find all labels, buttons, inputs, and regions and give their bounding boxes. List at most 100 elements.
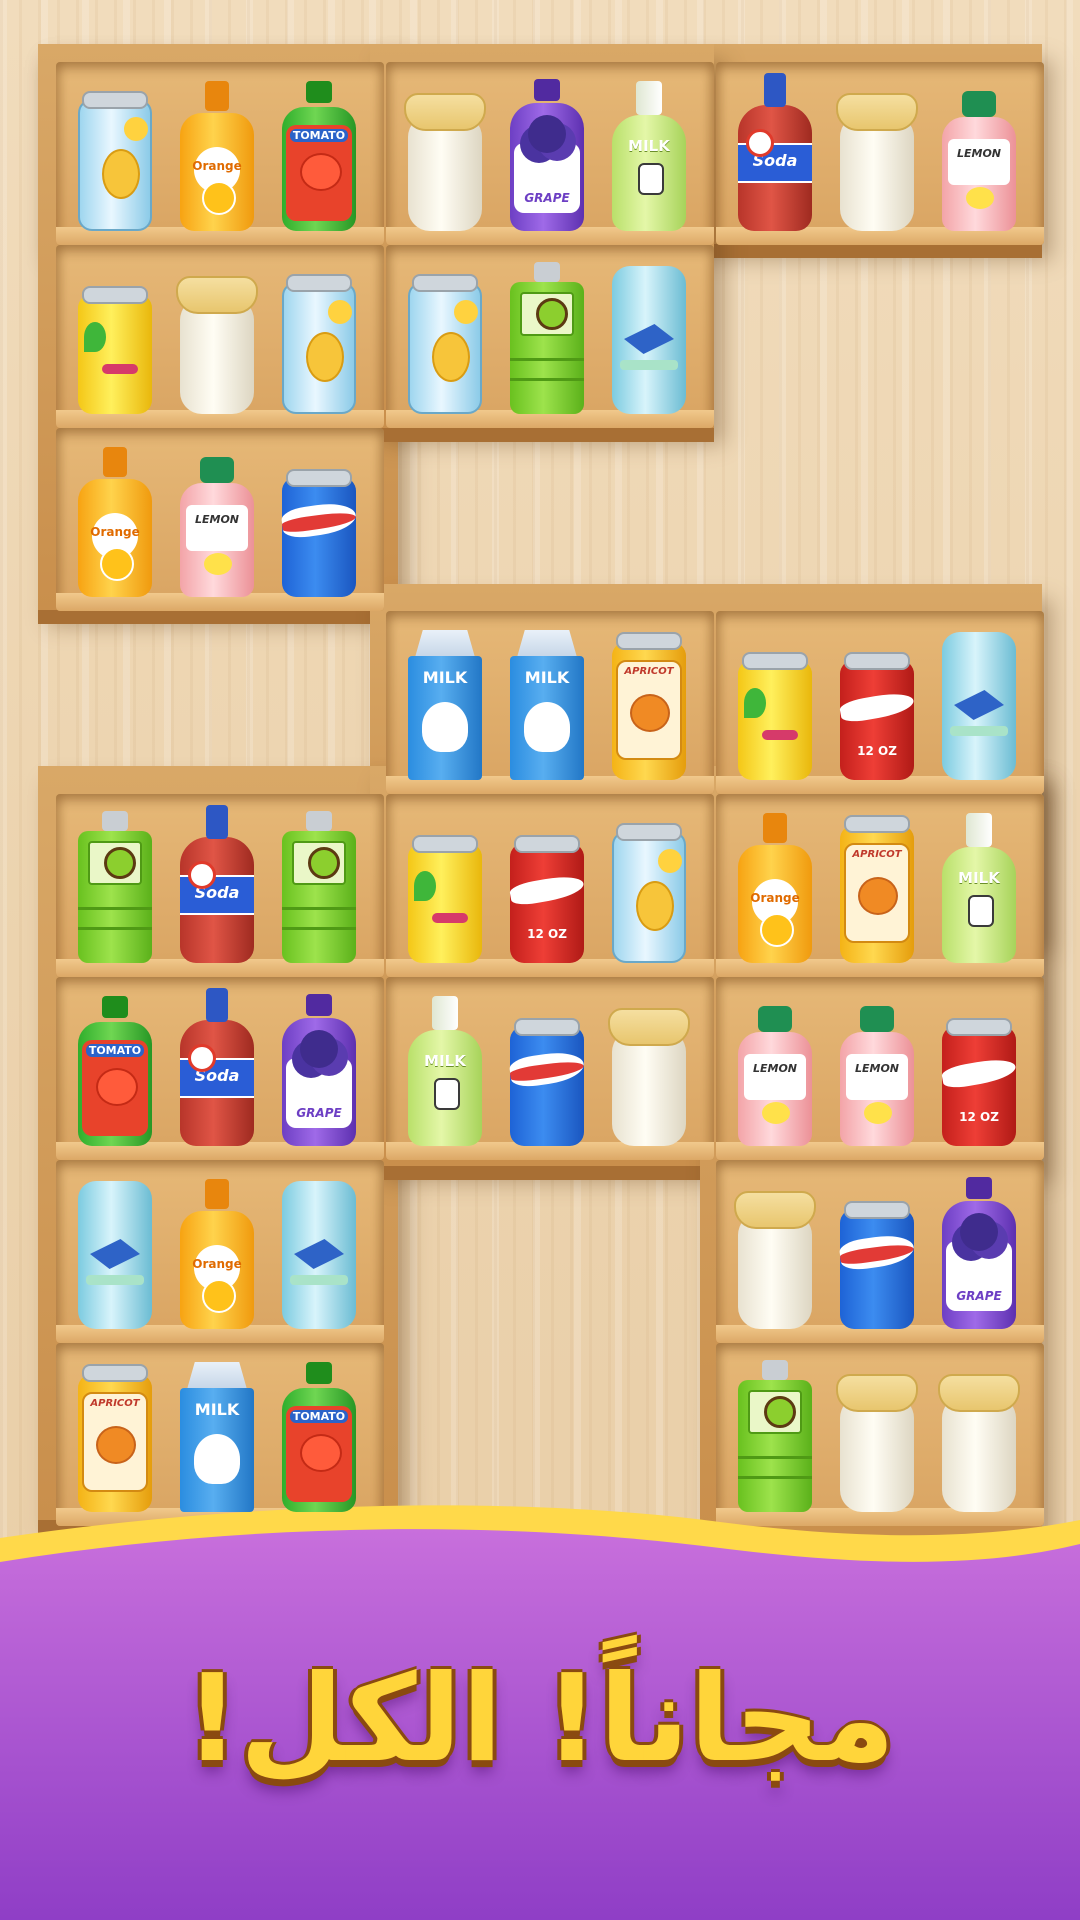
product-label: 12 OZ: [857, 744, 897, 758]
milk-jar[interactable]: [404, 93, 486, 231]
blue-bottle[interactable]: [78, 1179, 152, 1329]
shelf-slot: LEMON LEMON 12 OZ: [716, 977, 1044, 1160]
product-label: GRAPE: [296, 1106, 342, 1120]
shelf-slot: [386, 245, 714, 428]
apricot-can[interactable]: APRICOT: [840, 815, 914, 963]
product-label: 12 OZ: [527, 927, 567, 941]
milk-bottle[interactable]: MILK: [612, 81, 686, 231]
shelf-slot: MILK: [386, 977, 714, 1160]
product-label: MILK: [958, 869, 1000, 887]
kiwi-jug[interactable]: [282, 811, 356, 963]
cola-can[interactable]: 12 OZ: [940, 1018, 1018, 1146]
shelf-slot: 12 OZ: [386, 794, 714, 977]
soda-bottle[interactable]: Soda: [180, 988, 254, 1146]
product-label: Soda: [752, 151, 798, 170]
shelf-slot: Orange LEMON: [56, 428, 384, 611]
blue-bottle[interactable]: [942, 630, 1016, 780]
wave-can[interactable]: [280, 469, 358, 597]
orange-juice[interactable]: Orange: [78, 447, 152, 597]
milk-carton[interactable]: MILK: [408, 630, 482, 780]
banner-title: مجاناً! الكل!: [184, 1650, 896, 1789]
grape-bottle[interactable]: GRAPE: [282, 994, 356, 1146]
product-label: MILK: [524, 668, 570, 687]
tomato-juice[interactable]: TOMATO: [282, 81, 356, 231]
yellow-can[interactable]: [78, 286, 152, 414]
shelf-slot: MILK MILK APRICOT: [386, 611, 714, 794]
cola-can[interactable]: 12 OZ: [508, 835, 586, 963]
tomato-juice[interactable]: TOMATO: [282, 1362, 356, 1512]
blue-bottle[interactable]: [282, 1179, 356, 1329]
product-label: MILK: [194, 1400, 240, 1419]
product-label: APRICOT: [90, 1398, 140, 1409]
lemon-juice[interactable]: LEMON: [840, 1006, 914, 1146]
product-label: GRAPE: [524, 191, 570, 205]
lemon-juice[interactable]: LEMON: [738, 1006, 812, 1146]
grape-bottle[interactable]: GRAPE: [510, 79, 584, 231]
product-label: 12 OZ: [959, 1110, 999, 1124]
product-label: TOMATO: [290, 129, 348, 142]
lemon-juice[interactable]: LEMON: [942, 91, 1016, 231]
tomato-juice[interactable]: TOMATO: [78, 996, 152, 1146]
yellow-can[interactable]: [408, 835, 482, 963]
product-label: TOMATO: [290, 1410, 348, 1423]
product-label: APRICOT: [852, 849, 902, 860]
product-label: MILK: [424, 1052, 466, 1070]
shelf-slot: Soda LEMON: [716, 62, 1044, 245]
product-label: Orange: [192, 1257, 242, 1271]
shelf-slot: GRAPE: [716, 1160, 1044, 1343]
product-label: MILK: [628, 137, 670, 155]
blue-bottle[interactable]: [612, 264, 686, 414]
pineapple-can[interactable]: [408, 274, 482, 414]
shelf-slot: Orange TOMATO: [56, 62, 384, 245]
product-label: MILK: [422, 668, 468, 687]
milk-jar[interactable]: [734, 1191, 816, 1329]
milk-jar[interactable]: [608, 1008, 690, 1146]
pineapple-can[interactable]: [282, 274, 356, 414]
promo-banner: مجاناً! الكل!: [0, 1500, 1080, 1920]
milk-jar[interactable]: [938, 1374, 1020, 1512]
shelf-slot: Orange APRICOT MILK: [716, 794, 1044, 977]
milk-carton[interactable]: MILK: [180, 1362, 254, 1512]
product-label: Orange: [90, 525, 140, 539]
shelf-slot: TOMATO Soda GRAPE: [56, 977, 384, 1160]
pineapple-can[interactable]: [612, 823, 686, 963]
soda-bottle[interactable]: Soda: [738, 73, 812, 231]
milk-bottle[interactable]: MILK: [408, 996, 482, 1146]
product-label: Orange: [192, 159, 242, 173]
shelf-slot: [716, 1343, 1044, 1526]
product-label: APRICOT: [624, 666, 674, 677]
orange-juice[interactable]: Orange: [738, 813, 812, 963]
product-label: LEMON: [956, 147, 1002, 160]
kiwi-jug[interactable]: [78, 811, 152, 963]
kiwi-jug[interactable]: [510, 262, 584, 414]
product-label: LEMON: [752, 1062, 798, 1075]
product-label: TOMATO: [86, 1044, 144, 1057]
kiwi-jug[interactable]: [738, 1360, 812, 1512]
yellow-can[interactable]: [738, 652, 812, 780]
wave-can[interactable]: [838, 1201, 916, 1329]
milk-carton[interactable]: MILK: [510, 630, 584, 780]
product-label: LEMON: [194, 513, 240, 526]
pineapple-can[interactable]: [78, 91, 152, 231]
product-label: LEMON: [854, 1062, 900, 1075]
shelf-slot: 12 OZ: [716, 611, 1044, 794]
shelf-slot: Orange: [56, 1160, 384, 1343]
product-label: GRAPE: [956, 1289, 1002, 1303]
grape-bottle[interactable]: GRAPE: [942, 1177, 1016, 1329]
lemon-juice[interactable]: LEMON: [180, 457, 254, 597]
soda-bottle[interactable]: Soda: [180, 805, 254, 963]
orange-juice[interactable]: Orange: [180, 1179, 254, 1329]
apricot-can[interactable]: APRICOT: [612, 632, 686, 780]
apricot-can[interactable]: APRICOT: [78, 1364, 152, 1512]
cola-can[interactable]: 12 OZ: [838, 652, 916, 780]
milk-jar[interactable]: [836, 1374, 918, 1512]
milk-bottle[interactable]: MILK: [942, 813, 1016, 963]
shelf-slot: APRICOT MILK TOMATO: [56, 1343, 384, 1526]
shelf-slot: GRAPE MILK: [386, 62, 714, 245]
orange-juice[interactable]: Orange: [180, 81, 254, 231]
milk-jar[interactable]: [836, 93, 918, 231]
wave-can[interactable]: [508, 1018, 586, 1146]
shelf-slot: Soda: [56, 794, 384, 977]
milk-jar[interactable]: [176, 276, 258, 414]
product-label: Soda: [194, 883, 240, 902]
